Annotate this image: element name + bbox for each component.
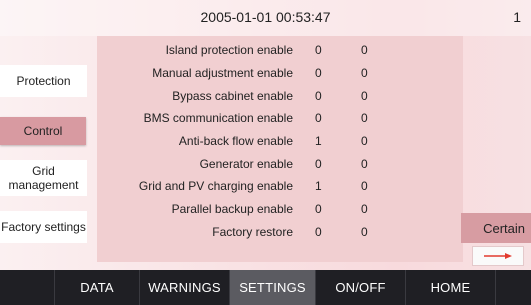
setting-value-2[interactable]: 0: [361, 43, 368, 57]
setting-value-2[interactable]: 0: [361, 202, 368, 216]
setting-row-bypass-cabinet: Bypass cabinet enable 0 0: [97, 86, 463, 106]
certain-button[interactable]: Certain: [461, 213, 531, 243]
setting-value-1[interactable]: 0: [315, 89, 322, 103]
tab-spacer: [0, 270, 55, 305]
sidebar-item-label: Control: [23, 124, 63, 138]
tab-label: DATA: [80, 280, 114, 295]
setting-value-1[interactable]: 1: [315, 179, 322, 193]
setting-value-2[interactable]: 0: [361, 157, 368, 171]
setting-row-manual-adjustment: Manual adjustment enable 0 0: [97, 63, 463, 83]
setting-value-2[interactable]: 0: [361, 134, 368, 148]
setting-value-1[interactable]: 0: [315, 202, 322, 216]
setting-value-2[interactable]: 0: [361, 179, 368, 193]
setting-row-parallel-backup: Parallel backup enable 0 0: [97, 199, 463, 219]
setting-label: Grid and PV charging enable: [138, 179, 293, 193]
header-bar: 2005-01-01 00:53:47 1: [0, 0, 531, 36]
setting-label: Anti-back flow enable: [178, 134, 293, 148]
tab-spacer: [496, 270, 531, 305]
setting-label: Generator enable: [199, 157, 293, 171]
next-page-button[interactable]: [472, 246, 524, 266]
certain-label: Certain: [483, 220, 525, 236]
setting-label: Parallel backup enable: [171, 202, 293, 216]
tab-label: HOME: [430, 280, 471, 295]
setting-value-2[interactable]: 0: [361, 89, 368, 103]
setting-label: Manual adjustment enable: [152, 66, 293, 80]
sidebar-item-grid-management[interactable]: Grid management: [0, 160, 87, 196]
tab-warnings[interactable]: WARNINGS: [140, 270, 230, 305]
setting-label: Bypass cabinet enable: [172, 89, 293, 103]
page-number: 1: [513, 9, 521, 25]
settings-screen: 2005-01-01 00:53:47 1 Protection Control…: [0, 0, 531, 305]
sidebar-item-protection[interactable]: Protection: [0, 65, 87, 97]
tab-home[interactable]: HOME: [406, 270, 496, 305]
setting-value-1[interactable]: 0: [315, 43, 322, 57]
setting-row-anti-back-flow: Anti-back flow enable 1 0: [97, 131, 463, 151]
setting-row-island-protection: Island protection enable 0 0: [97, 40, 463, 60]
tab-settings[interactable]: SETTINGS: [230, 270, 316, 305]
tab-on-off[interactable]: ON/OFF: [316, 270, 406, 305]
sidebar-item-factory-settings[interactable]: Factory settings: [0, 211, 87, 243]
setting-value-2[interactable]: 0: [361, 111, 368, 125]
sidebar-item-control[interactable]: Control: [0, 117, 86, 145]
tab-label: ON/OFF: [335, 280, 386, 295]
setting-label: Island protection enable: [165, 43, 293, 57]
setting-value-1[interactable]: 0: [315, 66, 322, 80]
setting-value-1[interactable]: 0: [315, 111, 322, 125]
setting-row-grid-pv-charging: Grid and PV charging enable 1 0: [97, 176, 463, 196]
setting-label: Factory restore: [212, 225, 293, 239]
sidebar-item-label: Factory settings: [1, 220, 86, 234]
tab-label: SETTINGS: [239, 280, 306, 295]
tab-data[interactable]: DATA: [55, 270, 140, 305]
right-arrow-icon: [484, 253, 512, 259]
setting-row-generator: Generator enable 0 0: [97, 154, 463, 174]
datetime-display: 2005-01-01 00:53:47: [200, 9, 331, 25]
setting-row-bms-communication: BMS communication enable 0 0: [97, 108, 463, 128]
setting-value-2[interactable]: 0: [361, 225, 368, 239]
setting-row-factory-restore: Factory restore 0 0: [97, 222, 463, 242]
setting-value-1[interactable]: 1: [315, 134, 322, 148]
setting-value-1[interactable]: 0: [315, 225, 322, 239]
sidebar-item-label: Protection: [16, 74, 71, 88]
setting-value-2[interactable]: 0: [361, 66, 368, 80]
tab-label: WARNINGS: [148, 280, 221, 295]
setting-value-1[interactable]: 0: [315, 157, 322, 171]
sidebar-item-label: Grid management: [8, 164, 79, 192]
setting-label: BMS communication enable: [143, 111, 293, 125]
bottom-nav: DATA WARNINGS SETTINGS ON/OFF HOME: [0, 270, 531, 305]
